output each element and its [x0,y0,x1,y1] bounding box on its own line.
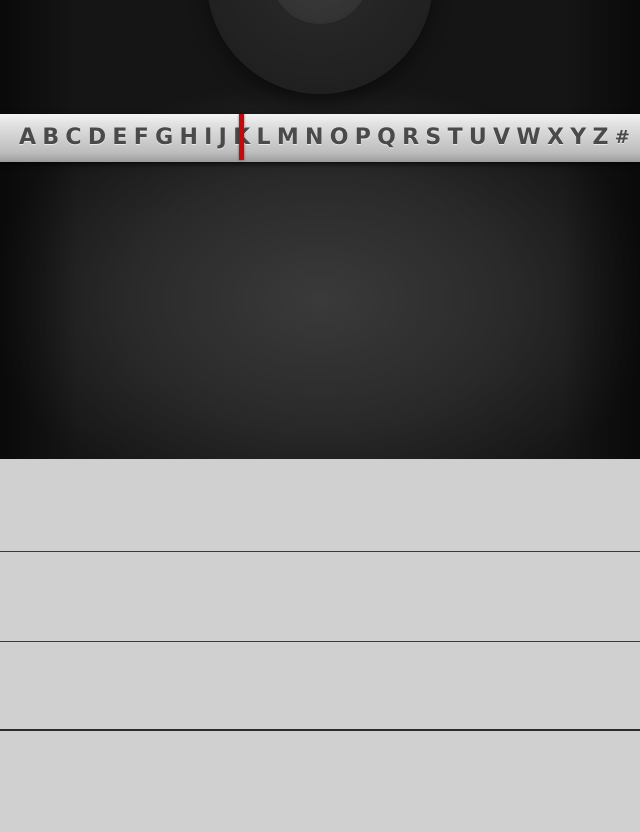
alphabet-letter-i[interactable]: I [204,114,212,162]
alphabet-letter-r[interactable]: R [402,114,419,162]
alphabet-letter-j[interactable]: J [219,114,227,162]
alphabet-letter-f[interactable]: F [134,114,149,162]
list-item[interactable] [0,552,640,642]
alphabet-letter-e[interactable]: E [112,114,127,162]
list-item[interactable] [0,642,640,731]
alphabet-letter-t[interactable]: T [448,114,463,162]
alphabet-letters: ABCDEFGHIJKLMNOPQRSTUVWXYZ# [19,114,630,162]
alphabet-letter-x[interactable]: X [547,114,564,162]
alphabet-letter-w[interactable]: W [516,114,540,162]
vignette-overlay [0,0,640,459]
alphabet-letter-l[interactable]: L [256,114,270,162]
alphabet-letter-n[interactable]: N [305,114,323,162]
alphabet-letter-q[interactable]: Q [377,114,396,162]
now-playing-area [0,0,640,459]
alphabet-letter-hash[interactable]: # [615,114,630,162]
alphabet-letter-s[interactable]: S [425,114,441,162]
selection-indicator[interactable] [239,114,244,160]
list-item[interactable] [0,731,640,832]
alphabet-index-bar[interactable]: ABCDEFGHIJKLMNOPQRSTUVWXYZ# [0,114,640,162]
alphabet-letter-u[interactable]: U [469,114,487,162]
alphabet-letter-y[interactable]: Y [570,114,586,162]
alphabet-letter-b[interactable]: B [42,114,59,162]
alphabet-letter-z[interactable]: Z [592,114,608,162]
alphabet-letter-h[interactable]: H [179,114,197,162]
alphabet-letter-g[interactable]: G [155,114,173,162]
alphabet-letter-o[interactable]: O [330,114,349,162]
alphabet-letter-a[interactable]: A [19,114,36,162]
list-area [0,459,640,832]
alphabet-letter-c[interactable]: C [65,114,81,162]
alphabet-letter-m[interactable]: M [277,114,299,162]
list-item[interactable] [0,459,640,552]
alphabet-letter-d[interactable]: D [88,114,106,162]
alphabet-letter-v[interactable]: V [493,114,510,162]
alphabet-letter-p[interactable]: P [355,114,371,162]
